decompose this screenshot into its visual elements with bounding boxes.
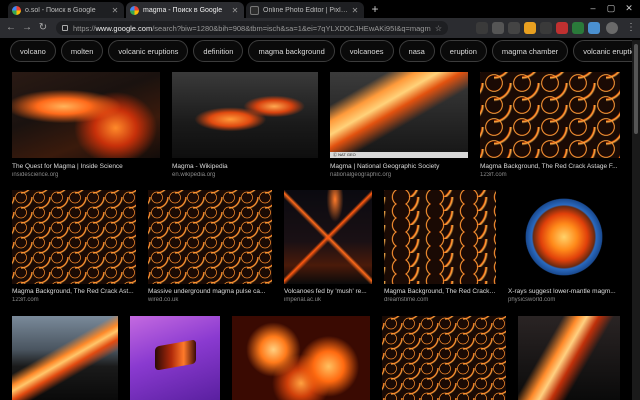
result-thumbnail[interactable]: Ⓒ NAT GEO xyxy=(330,72,468,158)
google-icon xyxy=(130,5,139,15)
close-icon[interactable]: ✕ xyxy=(230,6,240,15)
result-source[interactable]: physicsworld.com xyxy=(508,297,620,303)
extension-icon-4[interactable] xyxy=(524,22,536,34)
close-icon[interactable]: ✕ xyxy=(110,6,120,15)
google-icon xyxy=(12,5,21,15)
result-source[interactable]: dreamstime.com xyxy=(384,297,496,303)
menu-icon[interactable]: ⋮ xyxy=(626,21,636,35)
scrollbar-thumb[interactable] xyxy=(634,44,638,134)
result-thumbnail[interactable] xyxy=(172,72,318,158)
chip-volcano[interactable]: volcano xyxy=(10,40,56,62)
chip-volcanic-eruption[interactable]: volcanic eruption xyxy=(573,40,640,62)
lava-slab-graphic xyxy=(155,339,197,371)
result-source[interactable]: wired.co.uk xyxy=(148,297,272,303)
chip-magma-background[interactable]: magma background xyxy=(248,40,335,62)
tab-pixlr[interactable]: Online Photo Editor | Pixlr Editor ✕ xyxy=(246,2,364,18)
forward-button[interactable]: → xyxy=(20,21,34,35)
extension-icon-3[interactable] xyxy=(508,22,520,34)
result-source[interactable]: 123rf.com xyxy=(480,172,620,178)
maximize-button[interactable]: ▢ xyxy=(602,2,620,14)
profile-avatar[interactable] xyxy=(606,22,618,34)
result-source[interactable]: insidescience.org xyxy=(12,172,160,178)
extension-icon-5[interactable] xyxy=(540,22,552,34)
image-results-grid: The Quest for Magma | Inside Science ins… xyxy=(0,70,630,400)
result-caption[interactable]: Magma Background, The Red Crack Ast... xyxy=(12,288,136,295)
result-source[interactable]: 123rf.com xyxy=(12,297,136,303)
back-button[interactable]: ← xyxy=(4,21,18,35)
chip-magma-chamber[interactable]: magma chamber xyxy=(491,40,569,62)
extension-icon-8[interactable] xyxy=(588,22,600,34)
result-thumbnail[interactable] xyxy=(384,190,496,284)
toolbar: ← → ↻ https://www.google.com/search?biw=… xyxy=(0,18,640,38)
image-result[interactable]: Ⓒ NAT GEO Magma | National Geographic So… xyxy=(330,72,468,180)
image-result[interactable] xyxy=(382,316,506,400)
result-caption[interactable]: Massive underground magma pulse ca... xyxy=(148,288,272,295)
tab-label: magma - Поиск в Google xyxy=(143,6,223,14)
result-thumbnail[interactable] xyxy=(518,316,620,400)
new-tab-button[interactable]: + xyxy=(368,3,382,16)
image-result[interactable] xyxy=(12,316,118,400)
image-result[interactable]: Volcanoes fed by 'mush' re... imperial.a… xyxy=(284,190,372,306)
related-chips: volcano molten volcanic eruptions defini… xyxy=(10,40,640,62)
result-caption[interactable]: Magma Background, The Red Crack Astage F… xyxy=(480,163,620,170)
url-prefix: https:// xyxy=(73,23,96,33)
chip-molten[interactable]: molten xyxy=(60,40,104,62)
url-text: https://www.google.com/search?biw=1280&b… xyxy=(73,24,431,33)
tab-label: o.sol - Поиск в Google xyxy=(25,6,96,14)
result-thumbnail[interactable] xyxy=(480,72,620,158)
lock-icon xyxy=(62,25,68,31)
image-result[interactable] xyxy=(232,316,370,400)
result-caption[interactable]: Magma | National Geographic Society xyxy=(330,163,468,170)
reload-button[interactable]: ↻ xyxy=(36,21,50,35)
result-caption[interactable]: Volcanoes fed by 'mush' re... xyxy=(284,288,372,295)
chip-nasa[interactable]: nasa xyxy=(398,40,435,62)
image-result[interactable]: Magma Background, The Red Crack Astage F… xyxy=(480,72,620,180)
image-result[interactable]: Massive underground magma pulse ca... wi… xyxy=(148,190,272,306)
image-result[interactable]: Magma - Wikipedia en.wikipedia.org xyxy=(172,72,318,180)
result-thumbnail[interactable] xyxy=(130,316,220,400)
image-result[interactable] xyxy=(130,316,220,400)
tab-strip: o.sol - Поиск в Google ✕ magma - Поиск в… xyxy=(0,0,640,18)
image-result[interactable]: X-rays suggest lower-mantle magm... phys… xyxy=(508,190,620,306)
result-thumbnail[interactable] xyxy=(232,316,370,400)
chip-volcanoes[interactable]: volcanoes xyxy=(339,40,394,62)
url-host: www.google.com xyxy=(95,23,153,33)
result-source[interactable]: nationalgeographic.org xyxy=(330,172,468,178)
star-icon[interactable]: ☆ xyxy=(435,24,442,33)
image-result[interactable]: The Quest for Magma | Inside Science ins… xyxy=(12,72,160,180)
image-result[interactable]: Magma Background, The Red Crack Ast... d… xyxy=(384,190,496,306)
chip-definition[interactable]: definition xyxy=(193,40,244,62)
result-caption[interactable]: X-rays suggest lower-mantle magm... xyxy=(508,288,620,295)
result-caption[interactable]: Magma - Wikipedia xyxy=(172,163,318,170)
extension-icon-7[interactable] xyxy=(572,22,584,34)
extension-icon-2[interactable] xyxy=(492,22,504,34)
result-thumbnail[interactable] xyxy=(12,190,136,284)
result-thumbnail[interactable] xyxy=(284,190,372,284)
tab-label: Online Photo Editor | Pixlr Editor xyxy=(263,6,350,14)
chip-eruption[interactable]: eruption xyxy=(439,40,487,62)
image-result[interactable]: Magma Background, The Red Crack Ast... 1… xyxy=(12,190,136,306)
result-thumbnail[interactable] xyxy=(12,316,118,400)
extension-icon-1[interactable] xyxy=(476,22,488,34)
ngs-watermark: Ⓒ NAT GEO xyxy=(330,152,468,158)
image-result[interactable] xyxy=(518,316,620,400)
result-thumbnail[interactable] xyxy=(148,190,272,284)
result-source[interactable]: imperial.ac.uk xyxy=(284,297,372,303)
result-thumbnail[interactable] xyxy=(382,316,506,400)
result-thumbnail[interactable] xyxy=(508,190,620,284)
extension-icon-6[interactable] xyxy=(556,22,568,34)
tab-osol[interactable]: o.sol - Поиск в Google ✕ xyxy=(8,2,124,18)
url-path: /search?biw=1280&bih=908&tbm=isch&sa=1&e… xyxy=(152,23,431,33)
result-thumbnail[interactable] xyxy=(12,72,160,158)
close-window-button[interactable]: ✕ xyxy=(620,2,638,14)
result-caption[interactable]: The Quest for Magma | Inside Science xyxy=(12,163,160,170)
minimize-button[interactable]: – xyxy=(584,2,602,14)
chip-volcanic-eruptions[interactable]: volcanic eruptions xyxy=(108,40,189,62)
result-source[interactable]: en.wikipedia.org xyxy=(172,172,318,178)
close-icon[interactable]: ✕ xyxy=(350,6,360,15)
result-caption[interactable]: Magma Background, The Red Crack Ast... xyxy=(384,288,496,295)
tab-magma[interactable]: magma - Поиск в Google ✕ xyxy=(126,2,244,18)
address-bar[interactable]: https://www.google.com/search?biw=1280&b… xyxy=(56,21,448,35)
pixlr-icon xyxy=(250,5,259,15)
